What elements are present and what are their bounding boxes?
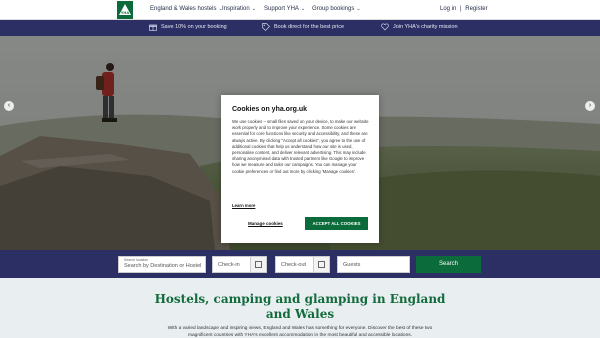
destination-input[interactable]: Search location Search by Destination or…	[118, 256, 206, 273]
search-button[interactable]: Search	[416, 256, 481, 273]
checkout-input[interactable]: Check-out	[275, 256, 330, 273]
nav-item-label: Group bookings	[312, 6, 355, 12]
nav-item-label: Inspiration	[222, 6, 250, 12]
tag-icon	[262, 23, 270, 31]
destination-label: Search location	[124, 258, 149, 262]
account-links: Log in | Register	[440, 6, 488, 12]
top-navigation: YHA England & Wales hostels ⌄ Inspiration…	[0, 0, 600, 20]
nav-group-bookings[interactable]: Group bookings ⌄	[312, 6, 361, 12]
cookie-consent-dialog: Cookies on yha.org.uk We use cookies – s…	[221, 95, 379, 243]
search-bar: Search location Search by Destination or…	[0, 250, 600, 278]
guests-placeholder: Guests	[343, 262, 361, 268]
usp-charity[interactable]: Join YHA's charity mission	[381, 23, 458, 31]
page-headline: Hostels, camping and glamping in England…	[154, 292, 446, 321]
register-link[interactable]: Register	[465, 6, 487, 12]
carousel-prev-button[interactable]: ‹	[4, 101, 14, 111]
usp-label: Book direct for the best price	[274, 24, 345, 30]
usp-save[interactable]: Save 10% on your booking	[149, 24, 227, 31]
nav-england-wales-hostels[interactable]: England & Wales hostels ⌄	[150, 6, 223, 12]
nav-item-label: Support YHA	[264, 6, 299, 12]
nav-support-yha[interactable]: Support YHA ⌄	[264, 6, 305, 12]
guests-input[interactable]: Guests	[337, 256, 410, 273]
checkin-input[interactable]: Check-in	[212, 256, 267, 273]
usp-bar: Save 10% on your booking Book direct for…	[0, 20, 600, 36]
cookie-dialog-text: We use cookies – small files saved on yo…	[232, 119, 369, 174]
accept-all-cookies-button[interactable]: ACCEPT ALL COOKIES	[305, 217, 368, 230]
chevron-down-icon: ⌄	[251, 6, 256, 12]
gift-icon	[149, 24, 157, 31]
calendar-icon[interactable]	[250, 257, 266, 272]
cookie-dialog-title: Cookies on yha.org.uk	[232, 106, 308, 113]
nav-inspiration[interactable]: Inspiration ⌄	[222, 6, 256, 12]
usp-label: Save 10% on your booking	[161, 24, 227, 30]
manage-cookies-button[interactable]: Manage cookies	[248, 221, 283, 226]
intro-text: With a varied landscape and inspiring vi…	[167, 326, 433, 338]
calendar-icon[interactable]	[313, 257, 329, 272]
heart-icon	[381, 23, 389, 31]
nav-item-label: England & Wales hostels	[150, 6, 217, 12]
carousel-next-button[interactable]: ›	[585, 101, 595, 111]
chevron-down-icon: ⌄	[300, 6, 306, 12]
chevron-down-icon: ⌄	[356, 6, 361, 12]
destination-placeholder: Search by Destination or Hostel	[124, 263, 202, 269]
learn-more-link[interactable]: Learn more	[232, 203, 255, 208]
login-link[interactable]: Log in	[440, 6, 456, 12]
checkin-placeholder: Check-in	[218, 262, 240, 268]
usp-book-direct[interactable]: Book direct for the best price	[262, 23, 345, 31]
logo-text: YHA	[121, 10, 130, 15]
yha-logo[interactable]: YHA	[117, 1, 133, 19]
chevron-left-icon: ‹	[7, 102, 11, 109]
checkout-placeholder: Check-out	[281, 262, 307, 268]
usp-label: Join YHA's charity mission	[393, 24, 458, 30]
separator: |	[460, 6, 462, 12]
chevron-right-icon: ›	[588, 102, 592, 109]
